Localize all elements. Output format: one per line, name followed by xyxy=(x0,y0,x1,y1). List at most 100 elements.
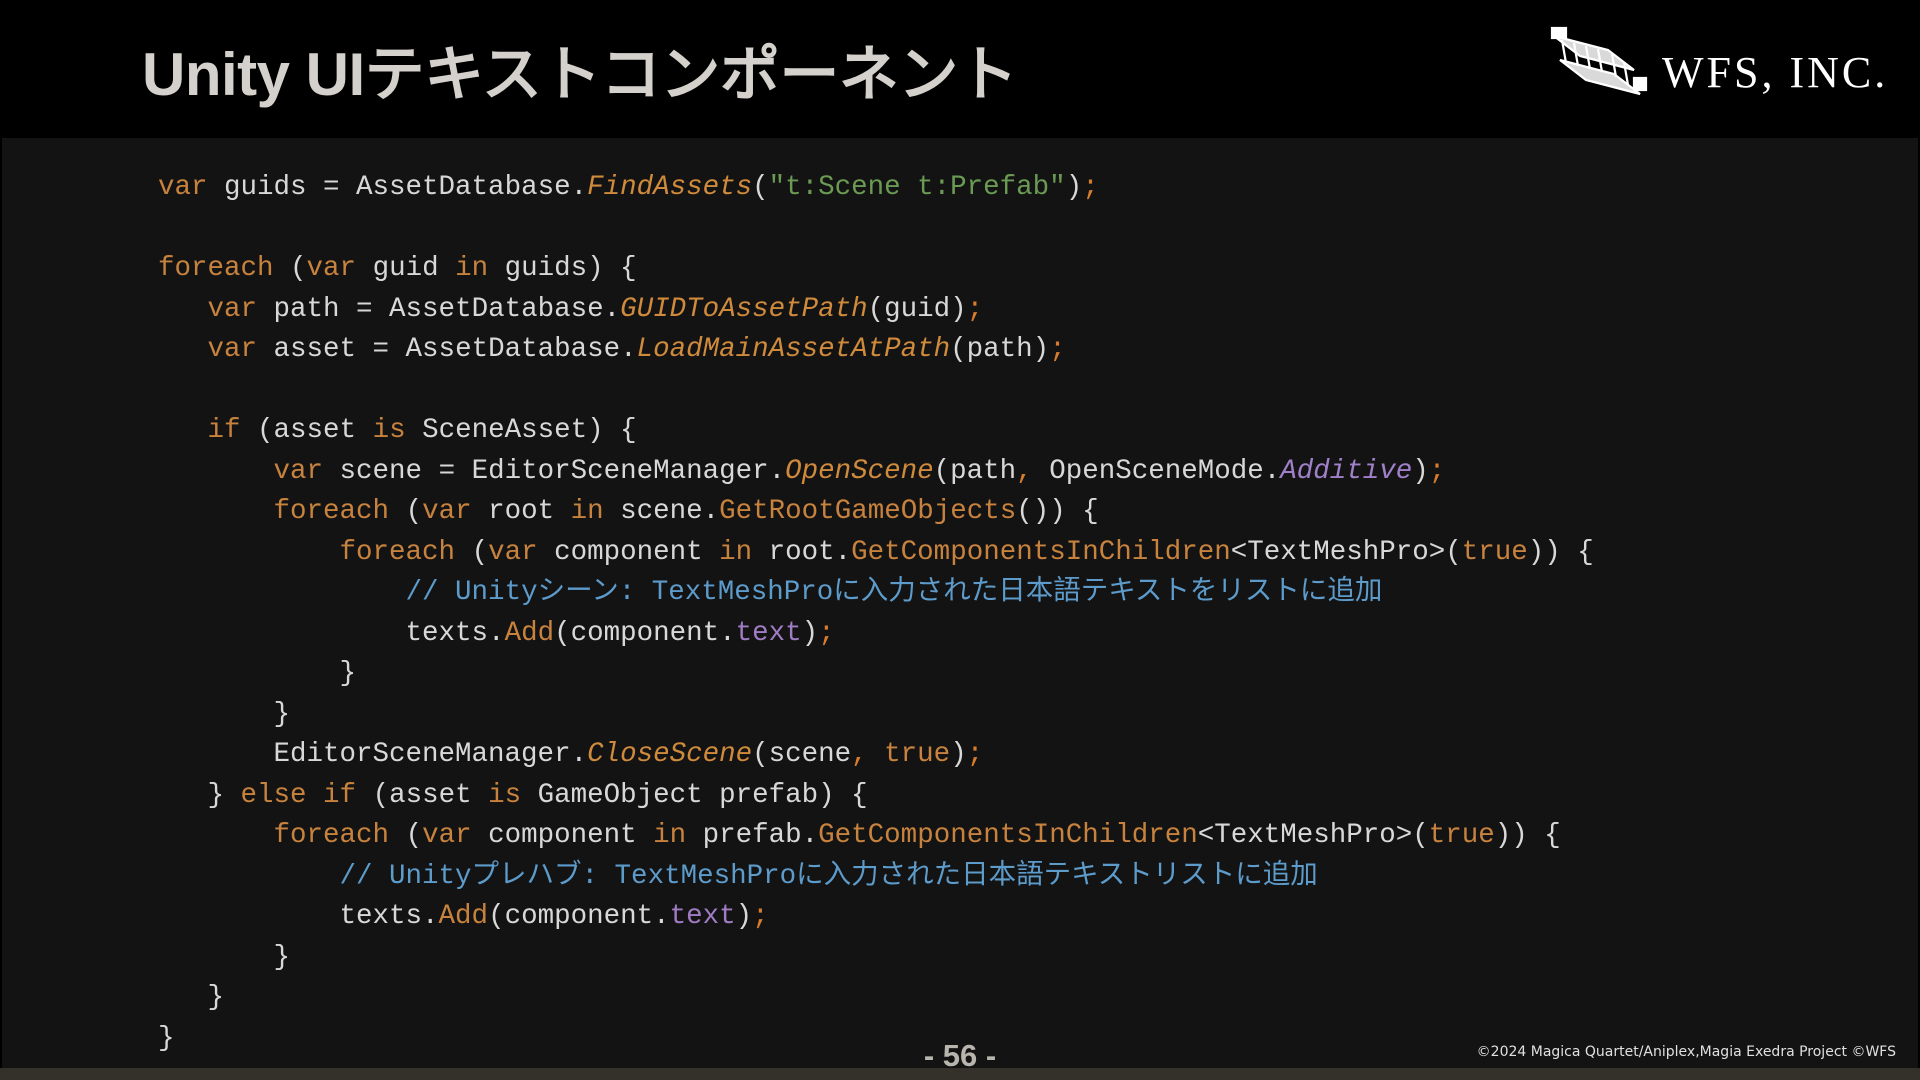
code-token: in xyxy=(653,820,687,851)
code-line: foreach (var component in root.GetCompon… xyxy=(158,533,1594,574)
code-token: true xyxy=(1461,536,1528,568)
code-token: , xyxy=(851,739,868,770)
code-line: // Unityシーン: TextMeshProに入力された日本語テキストをリス… xyxy=(158,573,1594,614)
code-token: prefab. xyxy=(686,820,819,851)
code-token: ) xyxy=(950,739,967,770)
code-token: else xyxy=(240,779,307,811)
code-line: foreach (var guid in guids) { xyxy=(158,249,1594,290)
code-line: foreach (var component in prefab.GetComp… xyxy=(158,816,1594,857)
code-token: root xyxy=(471,496,571,527)
code-token: ) xyxy=(735,901,753,932)
code-line: texts.Add(component.text); xyxy=(158,614,1594,655)
code-token: path = AssetDatabase. xyxy=(257,293,621,325)
code-token: ; xyxy=(818,617,835,649)
code-token: texts. xyxy=(158,617,505,649)
code-token: (component. xyxy=(488,901,670,932)
code-token: var xyxy=(273,455,324,487)
code-token: } xyxy=(158,941,291,973)
code-token: ()) { xyxy=(1016,496,1099,527)
code-token: (path xyxy=(933,455,1017,487)
code-token: var xyxy=(158,172,208,203)
code-token: (path) xyxy=(950,334,1050,365)
presentation-slide: Unity UIテキストコンポーネント WFS, INC. var guids … xyxy=(0,0,1920,1080)
code-line: } else if (asset is GameObject prefab) { xyxy=(158,776,1594,817)
code-token: FindAssets xyxy=(587,172,753,203)
code-token: GetComponentsInChildren xyxy=(851,536,1231,568)
code-token: ; xyxy=(1049,334,1066,365)
code-line: foreach (var root in scene.GetRootGameOb… xyxy=(158,492,1594,533)
code-token: ) xyxy=(801,617,819,649)
code-token: in xyxy=(455,253,489,284)
code-token: guids = AssetDatabase. xyxy=(207,172,588,203)
code-token: ( xyxy=(273,253,307,284)
code-token: ) xyxy=(1065,172,1083,203)
code-token: Add xyxy=(504,617,555,649)
code-token: text xyxy=(735,617,802,649)
code-token: foreach xyxy=(158,253,274,284)
code-token: SceneAsset) { xyxy=(405,415,637,446)
code-token: var xyxy=(422,820,472,851)
code-token: } xyxy=(158,779,241,811)
code-token: root. xyxy=(752,536,852,568)
code-token: (component. xyxy=(554,617,736,649)
code-token: ; xyxy=(966,293,984,325)
code-token: LoadMainAssetAtPath xyxy=(636,334,951,365)
code-token: } xyxy=(158,658,357,689)
code-panel: var guids = AssetDatabase.FindAssets("t:… xyxy=(2,138,1918,1068)
code-token: <TextMeshPro>( xyxy=(1197,820,1429,851)
code-token: in xyxy=(719,536,753,568)
code-line: } xyxy=(158,654,1594,695)
code-line: if (asset is SceneAsset) { xyxy=(158,411,1594,452)
code-line: EditorSceneManager.CloseScene(scene, tru… xyxy=(158,735,1594,776)
code-line: var asset = AssetDatabase.LoadMainAssetA… xyxy=(158,330,1594,371)
code-comment: // Unityプレハブ: TextMeshProに入力された日本語テキストリス… xyxy=(339,860,1318,892)
code-token: text xyxy=(669,901,736,932)
code-token: OpenScene xyxy=(785,455,934,487)
code-line: } xyxy=(158,978,1594,1019)
code-token: is xyxy=(372,415,406,446)
code-token: ; xyxy=(752,901,769,932)
code-line: } xyxy=(158,938,1594,979)
wright-flyer-biplane-icon xyxy=(1550,26,1648,96)
code-token: (guid) xyxy=(867,293,967,325)
code-token: GetRootGameObjects xyxy=(719,496,1017,527)
code-token: } xyxy=(158,1022,175,1054)
code-token: guid xyxy=(356,253,456,284)
code-token: ; xyxy=(1428,455,1446,487)
bottom-bar xyxy=(0,1068,1920,1080)
code-token: ( xyxy=(389,496,423,527)
code-token: CloseScene xyxy=(587,739,753,770)
code-token: } xyxy=(158,982,225,1013)
code-token: ( xyxy=(455,536,489,568)
code-token: foreach xyxy=(273,496,390,527)
code-token: GUIDToAssetPath xyxy=(620,293,868,325)
code-token: if xyxy=(207,415,241,446)
code-token: (scene xyxy=(752,739,852,770)
code-line: var path = AssetDatabase.GUIDToAssetPath… xyxy=(158,290,1594,331)
code-token: var xyxy=(488,536,538,568)
code-token: GameObject prefab) { xyxy=(521,779,868,811)
code-line: } xyxy=(158,1019,1594,1060)
code-token: scene = EditorSceneManager. xyxy=(323,455,786,487)
code-token: ) xyxy=(1412,455,1429,487)
code-token: scene. xyxy=(603,496,720,527)
code-token: , xyxy=(1016,455,1033,487)
code-token: if xyxy=(323,779,357,811)
code-block: var guids = AssetDatabase.FindAssets("t:… xyxy=(158,168,1594,1059)
code-token: (asset xyxy=(240,415,373,446)
code-token: } xyxy=(158,698,291,730)
code-token: "t:Scene t:Prefab" xyxy=(768,172,1066,203)
code-token: <TextMeshPro>( xyxy=(1230,536,1462,568)
code-token: var xyxy=(207,293,258,325)
code-token: var xyxy=(207,334,258,365)
code-token: ( xyxy=(752,172,769,203)
code-token: ( xyxy=(389,820,423,851)
